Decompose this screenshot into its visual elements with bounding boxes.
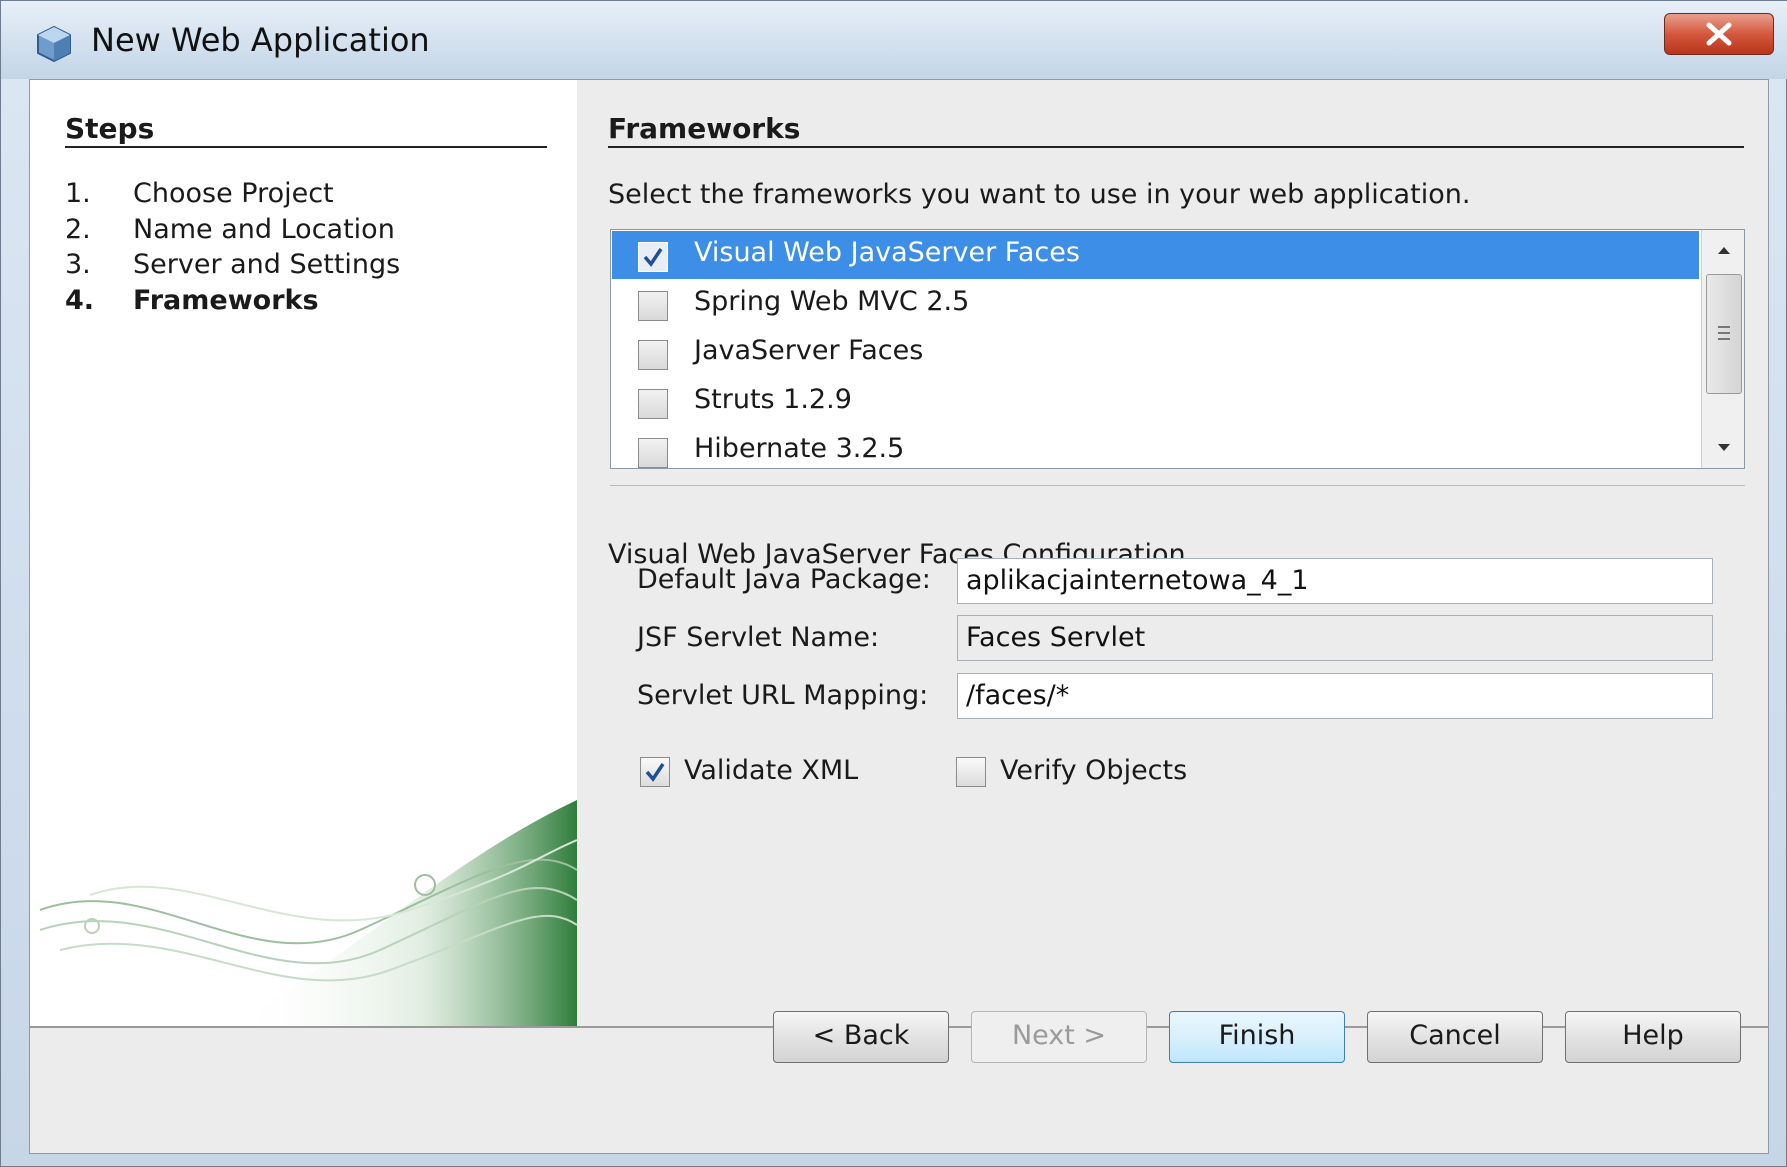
framework-row[interactable]: Hibernate 3.2.5 <box>612 427 1699 468</box>
framework-checkbox[interactable] <box>638 340 668 370</box>
framework-checkbox[interactable] <box>638 291 668 321</box>
framework-row[interactable]: Spring Web MVC 2.5 <box>612 280 1699 328</box>
title-bar[interactable]: New Web Application <box>1 1 1787 79</box>
step-number: 3. <box>65 249 91 280</box>
finish-button[interactable]: Finish <box>1169 1011 1345 1063</box>
cancel-button[interactable]: Cancel <box>1367 1011 1543 1063</box>
framework-name: JavaServer Faces <box>694 335 924 366</box>
close-button[interactable] <box>1664 13 1774 55</box>
list-scrollbar[interactable] <box>1701 230 1744 468</box>
dialog-window: New Web Application Steps 1. Choose Proj… <box>0 0 1787 1167</box>
help-button[interactable]: Help <box>1565 1011 1741 1063</box>
framework-name: Struts 1.2.9 <box>694 384 852 415</box>
url-mapping-label: Servlet URL Mapping: <box>637 680 929 711</box>
framework-row[interactable]: JavaServer Faces <box>612 329 1699 377</box>
steps-divider <box>65 146 547 148</box>
close-icon <box>1706 22 1732 46</box>
app-cube-icon <box>37 25 71 63</box>
scroll-up-button[interactable] <box>1702 230 1744 270</box>
step-label: Choose Project <box>133 178 334 209</box>
servlet-name-field[interactable]: Faces Servlet <box>957 615 1713 661</box>
step-number: 4. <box>65 284 95 316</box>
framework-checkbox[interactable] <box>638 242 668 272</box>
scroll-down-button[interactable] <box>1702 428 1744 468</box>
frameworks-instruction: Select the frameworks you want to use in… <box>608 179 1471 210</box>
framework-name: Visual Web JavaServer Faces <box>694 237 1080 268</box>
grip-icon <box>1718 326 1730 340</box>
checkmark-icon <box>645 763 665 782</box>
frameworks-list[interactable]: Visual Web JavaServer Faces Spring Web M… <box>610 229 1745 469</box>
step-label: Name and Location <box>133 213 395 245</box>
step-label: Frameworks <box>133 284 319 316</box>
frameworks-divider <box>608 146 1744 148</box>
framework-row[interactable]: Visual Web JavaServer Faces <box>612 231 1699 279</box>
validate-xml-checkbox[interactable] <box>640 757 670 787</box>
servlet-name-label: JSF Servlet Name: <box>637 622 880 653</box>
validate-xml-label[interactable]: Validate XML <box>684 755 858 786</box>
checkmark-icon <box>643 248 663 267</box>
scroll-thumb[interactable] <box>1706 274 1742 394</box>
steps-panel: Steps 1. Choose Project 2. Name and Loca… <box>30 80 577 1026</box>
steps-heading: Steps <box>65 112 155 145</box>
decorative-swoosh-graphic <box>39 800 577 1026</box>
arrow-down-icon <box>1718 444 1730 451</box>
framework-checkbox[interactable] <box>638 389 668 419</box>
next-button[interactable]: Next > <box>971 1011 1147 1063</box>
step-number: 1. <box>65 178 91 209</box>
back-button[interactable]: < Back <box>773 1011 949 1063</box>
framework-name: Spring Web MVC 2.5 <box>694 286 970 317</box>
list-separator <box>610 485 1745 486</box>
arrow-up-icon <box>1718 247 1730 254</box>
default-package-label: Default Java Package: <box>637 564 931 595</box>
framework-name: Hibernate 3.2.5 <box>694 433 905 464</box>
url-mapping-field[interactable]: /faces/* <box>957 673 1713 719</box>
frameworks-heading: Frameworks <box>608 112 801 145</box>
window-title: New Web Application <box>91 21 430 59</box>
verify-objects-label[interactable]: Verify Objects <box>1000 755 1187 786</box>
verify-objects-checkbox[interactable] <box>956 757 986 787</box>
framework-checkbox[interactable] <box>638 438 668 468</box>
framework-row[interactable]: Struts 1.2.9 <box>612 378 1699 426</box>
step-label: Server and Settings <box>133 249 401 280</box>
dialog-client-area: Steps 1. Choose Project 2. Name and Loca… <box>29 79 1769 1154</box>
default-package-field[interactable]: aplikacjainternetowa_4_1 <box>957 558 1713 604</box>
step-number: 2. <box>65 213 91 245</box>
